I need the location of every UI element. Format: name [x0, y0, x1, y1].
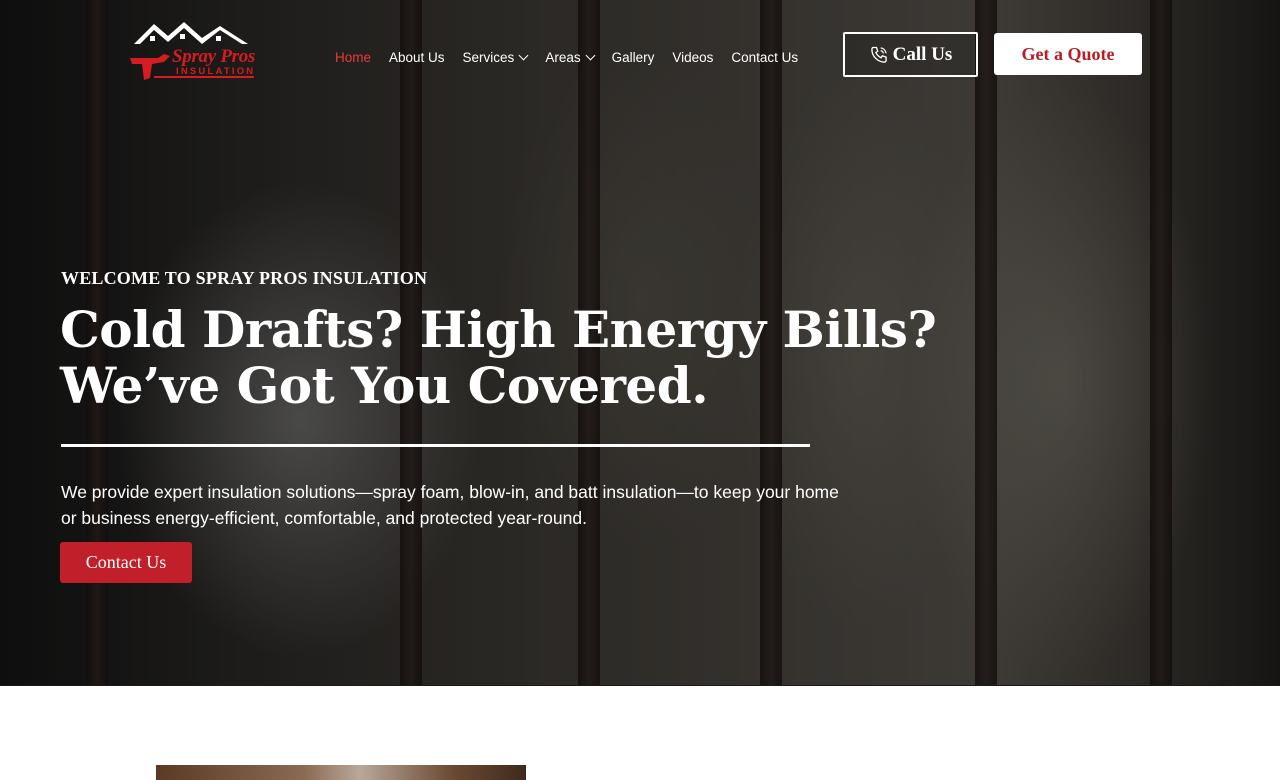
- nav-contact-us[interactable]: Contact Us: [731, 50, 798, 65]
- contact-us-button[interactable]: Contact Us: [60, 542, 192, 583]
- nav-about-us[interactable]: About Us: [389, 50, 445, 65]
- get-quote-button[interactable]: Get a Quote: [994, 33, 1142, 75]
- nav-home-label: Home: [335, 49, 372, 65]
- nav-videos-label: Videos: [672, 49, 714, 65]
- chevron-down-icon: [585, 50, 596, 60]
- nav-gallery[interactable]: Gallery: [612, 50, 655, 65]
- nav-gallery-label: Gallery: [611, 49, 655, 65]
- nav-areas[interactable]: Areas: [545, 49, 596, 65]
- chevron-down-icon: [518, 50, 529, 60]
- nav-services[interactable]: Services: [462, 49, 529, 65]
- nav-services-label: Services: [462, 49, 515, 65]
- nav-home[interactable]: Home: [335, 50, 371, 65]
- insulation-photo: [156, 765, 526, 780]
- call-us-label: Call Us: [892, 43, 953, 65]
- get-quote-label: Get a Quote: [1021, 43, 1115, 64]
- logo-name: Spray Pros: [172, 46, 256, 67]
- hero-eyebrow: WELCOME TO SPRAY PROS INSULATION: [61, 268, 428, 288]
- logo-subtitle: INSULATION: [176, 66, 256, 77]
- hero-divider: [61, 444, 810, 447]
- nav-about-label: About Us: [389, 49, 445, 65]
- nav-contact-label: Contact Us: [731, 49, 799, 65]
- call-us-button[interactable]: Call Us: [843, 32, 978, 77]
- contact-us-label: Contact Us: [85, 552, 167, 572]
- main-navigation: Home About Us Services Areas Gallery Vid…: [335, 48, 816, 66]
- hero-divider-line: [0, 685, 1280, 686]
- hero-headline-line2: We’ve Got You Covered.: [60, 356, 709, 415]
- nav-areas-label: Areas: [545, 49, 581, 65]
- phone-icon: [870, 46, 887, 63]
- hero-description: We provide expert insulation solutions—s…: [61, 482, 839, 528]
- nav-videos[interactable]: Videos: [672, 50, 713, 65]
- site-logo[interactable]: Spray Pros INSULATION: [128, 18, 260, 88]
- hero-headline-line1: Cold Drafts? High Energy Bills?: [60, 300, 937, 359]
- hero-headline: Cold Drafts? High Energy Bills? We’ve Go…: [60, 302, 990, 414]
